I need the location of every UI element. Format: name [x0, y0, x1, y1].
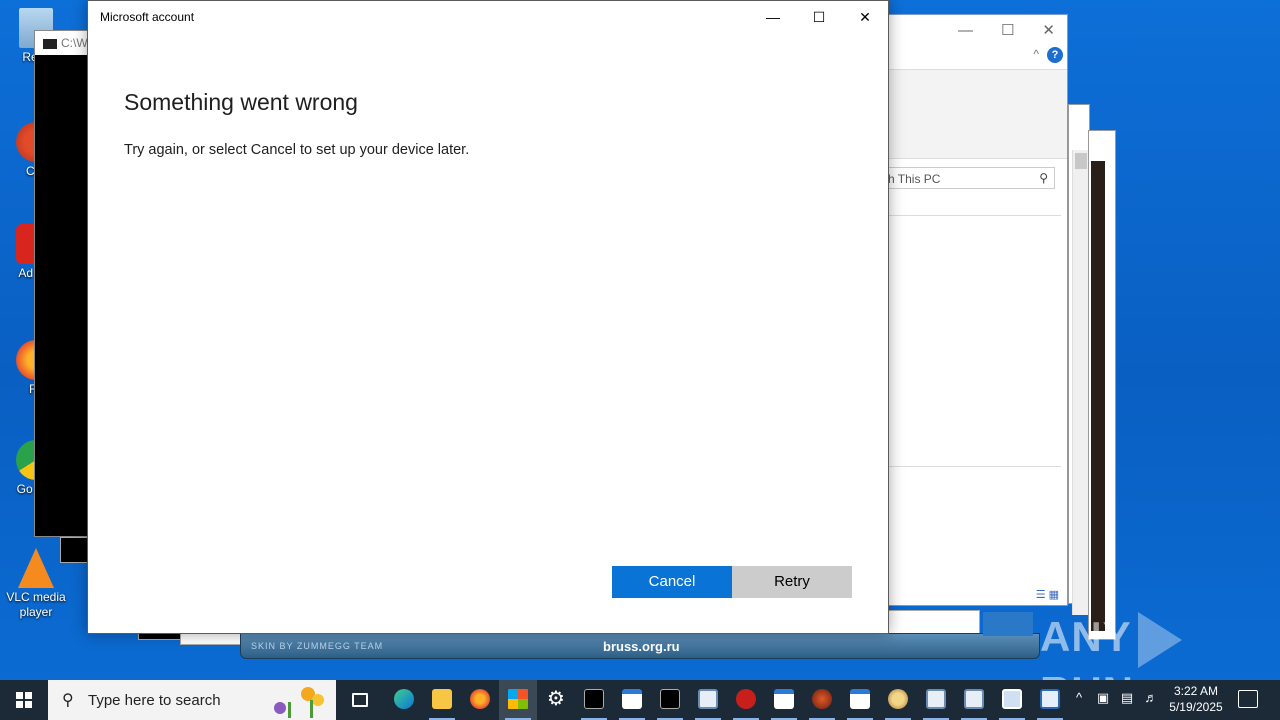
vlc-media-player-icon[interactable]: VLC media player [4, 548, 68, 620]
magnifier-icon [1002, 689, 1022, 709]
terminal-icon [660, 689, 680, 709]
taskbar-acrobat[interactable] [727, 680, 765, 720]
windows-logo-icon [16, 692, 32, 708]
watermark-right: RUN [1040, 668, 1134, 680]
taskbar-window-app-2[interactable] [689, 680, 727, 720]
terminal-icon [584, 689, 604, 709]
installer-icon [1040, 689, 1060, 709]
installer-site: bruss.org.ru [603, 639, 680, 654]
retry-button[interactable]: Retry [732, 566, 852, 598]
help-icon[interactable]: ? [1047, 47, 1063, 63]
notification-center-icon[interactable] [1238, 690, 1258, 708]
divider [881, 215, 1061, 216]
acrobat-icon [736, 689, 756, 709]
task-view-icon [352, 693, 368, 707]
window-icon [698, 689, 718, 709]
taskbar-search-box[interactable]: ⚲ Type here to search [48, 680, 336, 720]
taskbar-game[interactable] [803, 680, 841, 720]
taskbar-file-explorer[interactable] [423, 680, 461, 720]
anyrun-watermark: ANY RUN [1040, 612, 1240, 680]
gear-icon: ⚙ [547, 688, 565, 710]
search-icon: ⚲ [62, 692, 74, 709]
view-toggle-icons[interactable]: ☰ ▦ [1036, 588, 1059, 601]
task-view-button[interactable] [341, 680, 379, 720]
explorer-search-placeholder: ch This PC [882, 172, 941, 186]
play-icon [1137, 612, 1182, 668]
taskbar-cmd-1[interactable] [575, 680, 613, 720]
taskbar-settings[interactable]: ⚙ [537, 680, 575, 720]
taskbar-window-app-6[interactable] [955, 680, 993, 720]
game-window[interactable] [1088, 130, 1116, 640]
taskbar-edge[interactable] [385, 680, 423, 720]
bubble-icon [888, 689, 908, 709]
close-button[interactable]: ✕ [842, 1, 888, 33]
volume-icon[interactable]: ♬ [1141, 690, 1161, 705]
show-hidden-icons-icon[interactable]: ^ [1069, 690, 1089, 705]
taskbar-clock[interactable]: 3:22 AM 5/19/2025 [1160, 683, 1232, 715]
game-content [1091, 161, 1105, 631]
taskbar-firefox[interactable] [461, 680, 499, 720]
window-icon [964, 689, 984, 709]
taskbar-installer[interactable] [1031, 680, 1069, 720]
cmd-title: C:\W [61, 36, 88, 50]
cmd-titlebar: C:\W [35, 31, 93, 55]
cancel-button[interactable]: Cancel [612, 566, 732, 598]
cmd-icon [43, 38, 57, 49]
taskbar-window-app-5[interactable] [917, 680, 955, 720]
taskbar-magnifier[interactable] [993, 680, 1031, 720]
microsoft-store-icon [508, 689, 528, 709]
cmd-window[interactable]: C:\W [34, 30, 94, 537]
taskbar-chrome-bubble[interactable] [879, 680, 917, 720]
taskbar-cmd-2[interactable] [651, 680, 689, 720]
explorer-minimize-icon[interactable]: — [958, 22, 973, 39]
scrollbar[interactable] [1072, 150, 1088, 615]
maximize-button[interactable]: ☐ [796, 1, 842, 33]
taskbar-window-app-3[interactable] [765, 680, 803, 720]
explorer-maximize-icon[interactable]: ☐ [1001, 22, 1014, 39]
installer-accent [983, 612, 1033, 636]
game-icon [812, 689, 832, 709]
vlc-label: VLC media player [6, 590, 66, 619]
taskbar-microsoft-store[interactable] [499, 680, 537, 720]
dialog-heading: Something went wrong [124, 89, 358, 115]
explorer-window-controls: — ☐ ✕ [930, 21, 1055, 39]
explorer-close-icon[interactable]: ✕ [1042, 22, 1055, 39]
file-explorer-window[interactable]: — ☐ ✕ ^ ? ch This PC ⚲ ☰ ▦ [880, 14, 1068, 606]
watermark-left: ANY [1040, 613, 1132, 661]
window-icon [622, 689, 642, 709]
divider [881, 466, 1061, 467]
edge-icon [394, 689, 414, 709]
installer-banner: SKIN BY ZUMMEGG TEAM bruss.org.ru [240, 612, 1040, 659]
taskbar-search-placeholder: Type here to search [88, 692, 221, 709]
clock-date: 5/19/2025 [1169, 700, 1223, 714]
folder-icon [432, 689, 452, 709]
flowers-icon [274, 687, 324, 718]
maximize-icon: ☐ [812, 9, 826, 25]
ribbon-collapse-icon[interactable]: ^ [1033, 47, 1039, 61]
installer-credit: SKIN BY ZUMMEGG TEAM [251, 641, 384, 651]
taskbar: ⚲ Type here to search ⚙ ^ ▣ ▤ ♬ 3:22 AM … [0, 680, 1280, 720]
dialog-titlebar: Microsoft account — ☐ ✕ [88, 1, 888, 33]
minimize-icon: — [766, 9, 780, 25]
window-icon [774, 689, 794, 709]
explorer-search-input[interactable]: ch This PC ⚲ [881, 167, 1055, 189]
desktop: Recy CCl Ad Acr Fir Go Chr VLC media pla… [0, 0, 1280, 680]
taskbar-window-app-1[interactable] [613, 680, 651, 720]
firefox-icon [470, 689, 490, 709]
dialog-title: Microsoft account [100, 10, 195, 24]
clock-time: 3:22 AM [1173, 684, 1219, 698]
minimize-button[interactable]: — [750, 1, 796, 33]
close-icon: ✕ [859, 9, 871, 25]
explorer-ribbon [881, 69, 1067, 159]
dialog-message: Try again, or select Cancel to set up yo… [124, 142, 470, 158]
microsoft-account-dialog[interactable]: Microsoft account — ☐ ✕ Something went w… [87, 0, 889, 634]
start-button[interactable] [0, 680, 48, 720]
search-icon: ⚲ [1039, 171, 1048, 185]
network-icon[interactable]: ▤ [1117, 690, 1137, 706]
window-icon [850, 689, 870, 709]
scrollbar-thumb[interactable] [1075, 153, 1087, 169]
tray-app-icon[interactable]: ▣ [1093, 690, 1113, 706]
taskbar-window-app-4[interactable] [841, 680, 879, 720]
window-icon [926, 689, 946, 709]
